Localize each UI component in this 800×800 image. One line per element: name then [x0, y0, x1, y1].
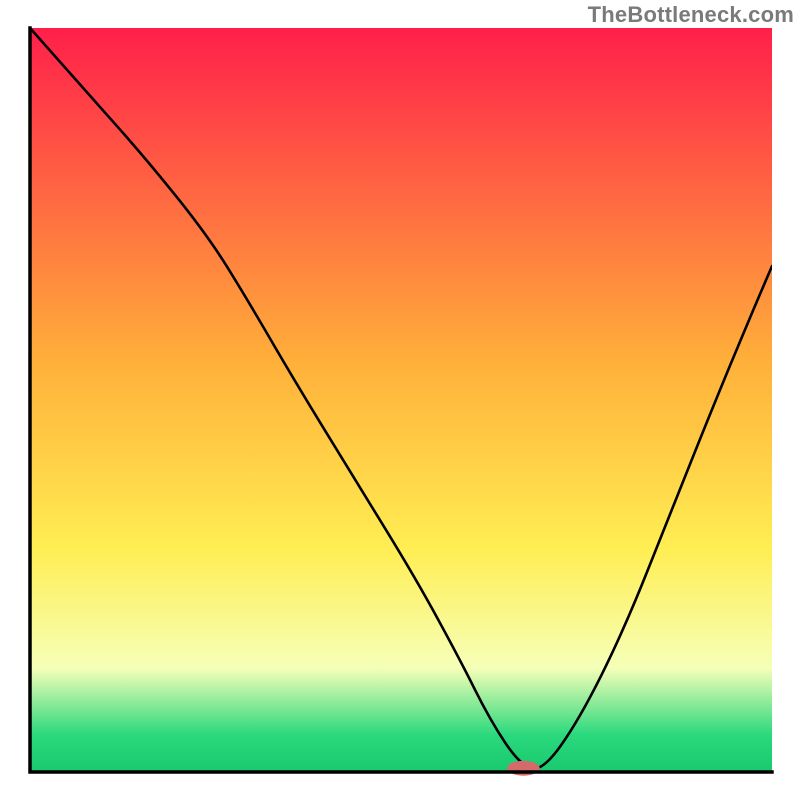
plot-background [30, 28, 772, 772]
chart-container: TheBottleneck.com [0, 0, 800, 800]
chart-svg [0, 0, 800, 800]
watermark-text: TheBottleneck.com [588, 2, 794, 28]
